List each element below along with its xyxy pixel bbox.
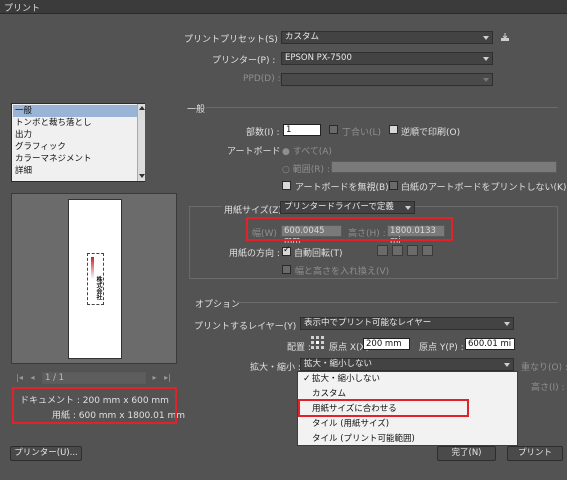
highlight-preview-sizes: [12, 387, 177, 424]
range-label: 範囲(R) :: [292, 165, 330, 175]
transverse-label: 幅と高さを入れ換え(V): [295, 267, 390, 277]
media-size-value: プリンタードライバーで定義: [284, 202, 394, 212]
next-page-icon[interactable]: ▸: [149, 372, 160, 383]
category-list[interactable]: 一般 トンボと裁ち落とし 出力 グラフィック カラーマネジメント 詳細: [11, 103, 145, 182]
print-preview[interactable]: 株式会社: [11, 193, 177, 364]
menu-item-no-scale-label: 拡大・縮小しない: [312, 374, 381, 384]
layers-value: 表示中でプリント可能なレイヤー: [304, 318, 432, 328]
scroll-down-icon[interactable]: [139, 174, 145, 178]
layers-select[interactable]: 表示中でプリント可能なレイヤー: [300, 317, 514, 330]
ignore-artboards-checkbox[interactable]: [282, 181, 291, 190]
auto-rotate-checkbox[interactable]: [282, 245, 291, 256]
preset-label: プリントプリセット(S) :: [184, 35, 284, 45]
print-button[interactable]: プリント: [507, 446, 563, 461]
document-bounds: 株式会社: [87, 253, 104, 305]
menu-item-tile-full-pages[interactable]: タイル (用紙サイズ): [299, 417, 517, 431]
scroll-up-icon[interactable]: [139, 106, 145, 110]
general-section-title: 一般: [187, 105, 206, 115]
last-page-icon[interactable]: ▸|: [162, 372, 173, 383]
reverse-order-checkbox[interactable]: [389, 125, 398, 134]
list-item-output[interactable]: 出力: [13, 129, 140, 141]
origin-y-input[interactable]: 600.01 mi: [465, 338, 515, 350]
general-divider: [206, 107, 558, 108]
artboard-all-radio-label[interactable]: ● すべて(A): [282, 144, 332, 157]
collate-checkbox[interactable]: [329, 125, 338, 134]
printer-select[interactable]: EPSON PX-7500: [281, 52, 493, 65]
artboard-label: アートボード :: [227, 147, 287, 157]
window-title: プリント: [4, 4, 41, 14]
preset-value: カスタム: [285, 32, 320, 42]
highlight-media-dimensions: [246, 217, 453, 241]
menu-item-no-scale[interactable]: ✓ 拡大・縮小しない: [299, 372, 517, 386]
list-item-marks-bleed[interactable]: トンボと裁ち落とし: [13, 117, 140, 129]
placement-grid-icon[interactable]: [311, 336, 324, 349]
copies-input[interactable]: 1: [283, 124, 321, 136]
range-input: [331, 161, 557, 173]
printer-value: EPSON PX-7500: [285, 53, 352, 63]
title-bar: プリント: [0, 0, 567, 14]
prev-page-icon[interactable]: ◂: [27, 372, 38, 383]
media-size-select[interactable]: プリンタードライバーで定義: [280, 201, 415, 214]
ppd-label: PPD(D) :: [243, 74, 281, 84]
transverse-checkbox[interactable]: [282, 265, 291, 274]
copies-label: 部数(I) :: [246, 128, 280, 138]
list-item-graphics[interactable]: グラフィック: [13, 141, 140, 153]
portrait-icon[interactable]: [377, 245, 388, 256]
printer-button[interactable]: プリンター(U)...: [10, 446, 82, 461]
all-label: すべて(A): [292, 147, 332, 157]
layers-label: プリントするレイヤー(Y) :: [194, 322, 303, 332]
ignore-artboards-label: アートボードを無視(B): [295, 183, 389, 193]
placement-label: 配置 :: [287, 343, 311, 353]
preset-select[interactable]: カスタム: [281, 31, 493, 44]
page-indicator: 1 / 1: [42, 372, 146, 384]
ppd-select: [281, 73, 493, 86]
scale-select[interactable]: 拡大・縮小しない: [300, 358, 514, 371]
checkmark-icon: ✓: [303, 374, 311, 384]
overlap-label: 重なり(O) :: [521, 363, 567, 373]
printer-label: プリンター(P) :: [212, 56, 276, 66]
highlight-fit-to-page: [298, 399, 469, 417]
scale-value: 拡大・縮小しない: [304, 359, 373, 369]
preview-page: 株式会社: [68, 199, 122, 359]
scale-label: 拡大・縮小 :: [250, 363, 301, 373]
origin-y-label: 原点 Y(P) :: [419, 343, 464, 353]
save-preset-icon[interactable]: [500, 33, 510, 42]
orientation-label: 用紙の方向 :: [229, 249, 280, 259]
reverse-order-label: 逆順で印刷(O): [401, 128, 461, 138]
origin-x-input[interactable]: 200 mm: [363, 338, 410, 350]
artboard-range-radio-label[interactable]: ○ 範囲(R) :: [282, 162, 330, 175]
list-item-advanced[interactable]: 詳細: [13, 165, 140, 177]
doc-text: 株式会社: [95, 276, 102, 300]
scale-height-label: 高さ(I) :: [531, 383, 565, 393]
skip-blank-label: 白紙のアートボードをプリントしない(K): [401, 183, 567, 193]
portrait-flipped-icon[interactable]: [407, 245, 418, 256]
list-item-color-management[interactable]: カラーマネジメント: [13, 153, 140, 165]
menu-item-tile-imageable[interactable]: タイル (プリント可能範囲): [299, 432, 517, 446]
collate-label: 丁合い(L): [342, 128, 382, 138]
done-button[interactable]: 完了(N): [437, 446, 496, 461]
landscape-flipped-icon[interactable]: [422, 245, 433, 256]
options-section-title: オプション: [195, 300, 241, 310]
list-scrollbar[interactable]: [137, 104, 145, 181]
options-divider: [237, 302, 558, 303]
auto-rotate-label: 自動回転(T): [294, 249, 343, 259]
landscape-icon[interactable]: [392, 245, 403, 256]
list-item-general[interactable]: 一般: [13, 105, 140, 117]
skip-blank-checkbox[interactable]: [389, 181, 398, 190]
first-page-icon[interactable]: |◂: [14, 372, 25, 383]
